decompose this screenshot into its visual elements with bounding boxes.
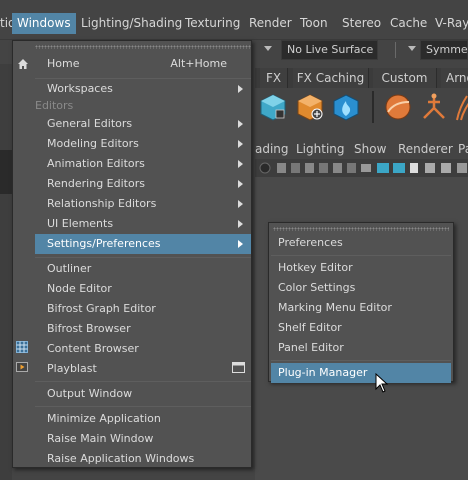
- menu-item-modeling-editors[interactable]: Modeling Editors: [35, 134, 251, 154]
- menu-item-label: Relationship Editors: [47, 197, 157, 210]
- submenu-arrow-icon: [238, 160, 243, 168]
- submenu-item-color-settings[interactable]: Color Settings: [271, 278, 451, 298]
- panel-menu-shading[interactable]: ading: [255, 142, 289, 156]
- submenu-item-preferences[interactable]: Preferences: [271, 233, 451, 253]
- menu-separator: [35, 257, 251, 258]
- light-sphere-icon[interactable]: [383, 92, 413, 122]
- menu-item-raise-main-window[interactable]: Raise Main Window: [35, 429, 251, 449]
- menu-item-workspaces-label: Workspaces: [47, 82, 113, 95]
- panel-toolbar-icons[interactable]: [255, 159, 468, 177]
- menu-separator: [35, 406, 251, 407]
- menu-item-bifrost-graph-editor[interactable]: Bifrost Graph Editor: [35, 299, 251, 319]
- panel-menu-renderer[interactable]: Renderer: [398, 142, 453, 156]
- playblast-icon: [16, 362, 28, 372]
- content-browser-icon: [16, 341, 28, 353]
- submenu-arrow-icon: [238, 220, 243, 228]
- section-label-editors: Editors: [35, 99, 74, 112]
- menu-item-output-window[interactable]: Output Window: [35, 384, 251, 404]
- menubar-lighting-shading[interactable]: Lighting/Shading: [81, 14, 182, 33]
- menu-item-label: General Editors: [47, 117, 133, 130]
- menu-item-minimize-application[interactable]: Minimize Application: [35, 409, 251, 429]
- menu-item-label: UI Elements: [47, 217, 114, 230]
- menu-separator: [271, 360, 451, 361]
- option-box-icon[interactable]: [232, 362, 245, 373]
- left-panel-edge: [0, 150, 12, 194]
- menubar-cache[interactable]: Cache: [390, 14, 427, 33]
- shelf-icon-row: [255, 88, 468, 128]
- panel-menu-lighting[interactable]: Lighting: [296, 142, 345, 156]
- menu-item-animation-editors[interactable]: Animation Editors: [35, 154, 251, 174]
- menu-item-label: Modeling Editors: [47, 137, 139, 150]
- toolbar-divider: [395, 42, 396, 58]
- menubar-render[interactable]: Render: [249, 14, 292, 33]
- windows-menu: Home Alt+Home Workspaces Editors General…: [12, 40, 252, 468]
- menu-item-label: Settings/Preferences: [47, 237, 161, 250]
- menu-item-rendering-editors[interactable]: Rendering Editors: [35, 174, 251, 194]
- skeleton-icon[interactable]: [419, 92, 449, 122]
- menubar-stereo[interactable]: Stereo: [342, 14, 381, 33]
- symmetry-field[interactable]: Symmet: [420, 40, 468, 60]
- submenu-item-marking-menu-editor[interactable]: Marking Menu Editor: [271, 298, 451, 318]
- plant-icon[interactable]: [453, 92, 468, 122]
- shelf-tab-fx-caching[interactable]: FX Caching: [293, 68, 369, 88]
- submenu-item-plugin-manager[interactable]: Plug-in Manager: [271, 363, 451, 383]
- submenu-item-shelf-editor[interactable]: Shelf Editor: [271, 318, 451, 338]
- dropdown-arrow-icon[interactable]: [408, 46, 416, 51]
- shelf-tab-fx[interactable]: FX: [260, 68, 288, 88]
- panel-menubar: ading Lighting Show Renderer Pa: [255, 139, 468, 159]
- menu-item-node-editor[interactable]: Node Editor: [35, 279, 251, 299]
- menu-item-ui-elements[interactable]: UI Elements: [35, 214, 251, 234]
- home-icon: [18, 59, 28, 69]
- menu-item-content-browser[interactable]: Content Browser: [35, 339, 251, 359]
- menu-item-label: Rendering Editors: [47, 177, 145, 190]
- menubar-vray[interactable]: V-Ray: [435, 14, 468, 33]
- shelf-tab-arnold[interactable]: Arno: [441, 68, 468, 88]
- menubar-windows[interactable]: Windows: [12, 13, 76, 34]
- menu-item-playblast[interactable]: Playblast: [35, 359, 251, 379]
- menu-item-bifrost-browser[interactable]: Bifrost Browser: [35, 319, 251, 339]
- menu-item-workspaces[interactable]: Workspaces: [35, 79, 251, 99]
- submenu-arrow-icon: [238, 240, 243, 248]
- submenu-arrow-icon: [238, 200, 243, 208]
- shelf-divider: [372, 91, 374, 123]
- submenu-arrow-icon: [238, 180, 243, 188]
- menu-separator: [35, 381, 251, 382]
- submenu-item-panel-editor[interactable]: Panel Editor: [271, 338, 451, 358]
- add-box-icon[interactable]: [295, 92, 325, 122]
- shelf-tab-custom[interactable]: Custom: [373, 68, 437, 88]
- menu-item-outliner[interactable]: Outliner: [35, 259, 251, 279]
- tear-off-handle[interactable]: [273, 227, 449, 231]
- tear-off-handle[interactable]: [35, 45, 251, 49]
- menubar-texturing[interactable]: Texturing: [185, 14, 240, 33]
- fire-cube-icon[interactable]: [331, 92, 361, 122]
- menu-item-settings-preferences[interactable]: Settings/Preferences: [35, 234, 251, 254]
- left-toolbox: [0, 64, 12, 480]
- menu-item-home-label: Home: [47, 57, 80, 70]
- menu-item-label: Playblast: [47, 362, 97, 375]
- menu-icon-gutter: [13, 41, 35, 467]
- mouse-cursor-icon: [375, 373, 389, 393]
- submenu-item-hotkey-editor[interactable]: Hotkey Editor: [271, 258, 451, 278]
- panel-menu-show[interactable]: Show: [354, 142, 386, 156]
- menu-item-home[interactable]: Home Alt+Home: [35, 54, 251, 74]
- menu-item-general-editors[interactable]: General Editors: [35, 114, 251, 134]
- panel-menu-panels[interactable]: Pa: [458, 142, 468, 156]
- home-shortcut: Alt+Home: [170, 57, 227, 70]
- submenu-arrow-icon: [238, 85, 243, 93]
- menu-separator: [271, 255, 451, 256]
- menubar-toon[interactable]: Toon: [300, 14, 328, 33]
- dropdown-arrow-icon[interactable]: [264, 46, 272, 51]
- render-cube-icon[interactable]: [258, 92, 288, 122]
- menu-item-label: Animation Editors: [47, 157, 145, 170]
- submenu-arrow-icon: [238, 140, 243, 148]
- menu-item-raise-application-windows[interactable]: Raise Application Windows: [35, 449, 251, 469]
- live-surface-field[interactable]: No Live Surface: [281, 40, 378, 60]
- submenu-arrow-icon: [238, 120, 243, 128]
- main-menubar: tio Windows Lighting/Shading Texturing R…: [0, 0, 468, 40]
- menu-item-relationship-editors[interactable]: Relationship Editors: [35, 194, 251, 214]
- settings-preferences-submenu: Preferences Hotkey Editor Color Settings…: [268, 222, 454, 383]
- panel-toolbar: [255, 159, 468, 177]
